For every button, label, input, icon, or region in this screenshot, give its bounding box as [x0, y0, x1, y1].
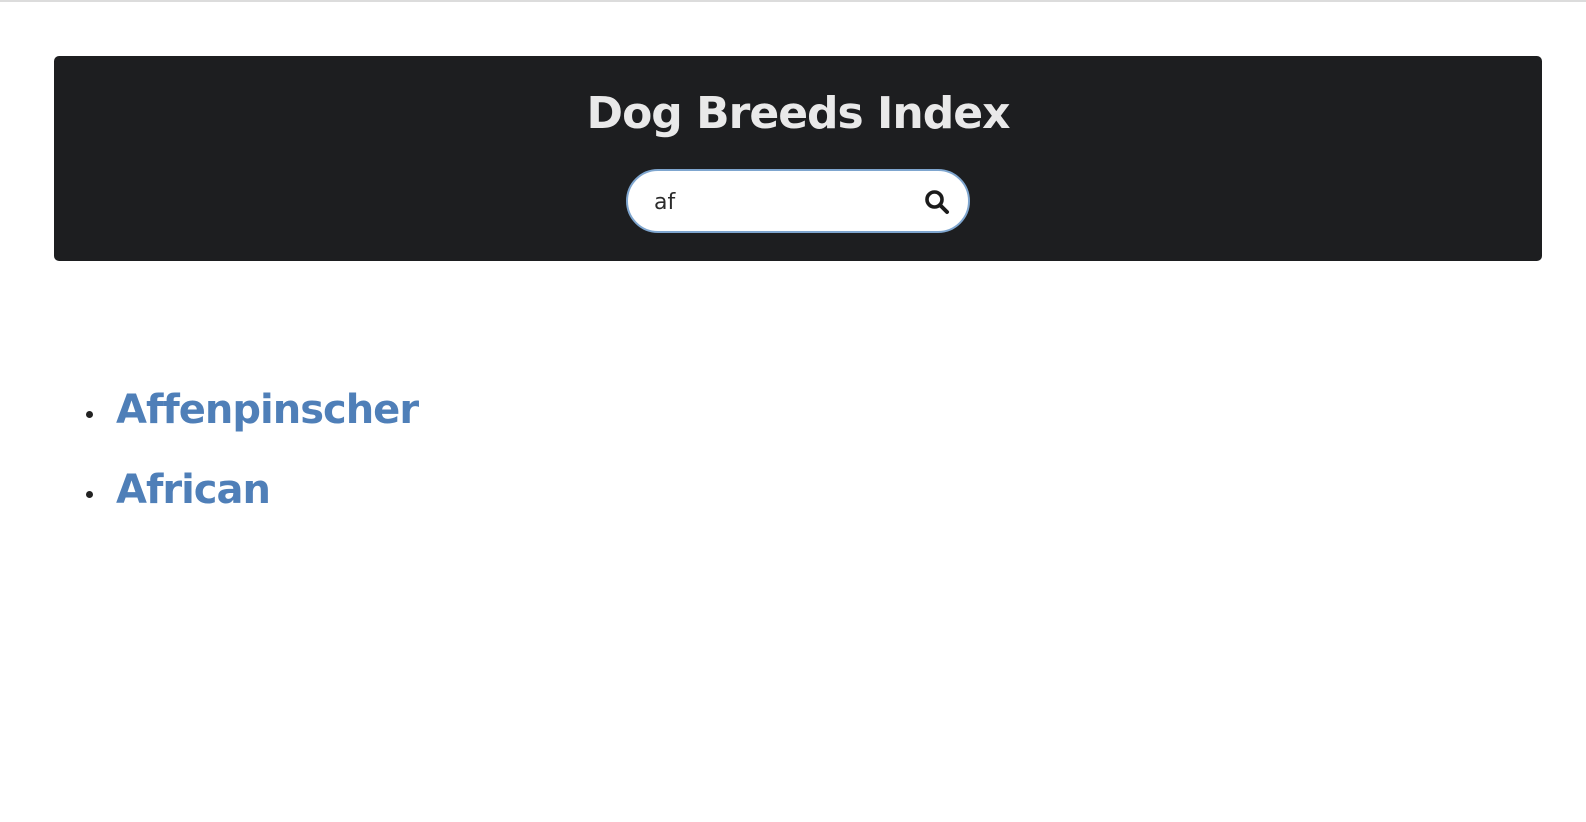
search-icon: [925, 190, 949, 214]
page-title: Dog Breeds Index: [586, 88, 1011, 139]
bullet: [86, 491, 93, 498]
breed-link-affenpinscher[interactable]: Affenpinscher: [116, 380, 419, 440]
search-bar: [626, 169, 970, 233]
search-button[interactable]: [920, 185, 954, 219]
page-header: Dog Breeds Index: [54, 56, 1542, 261]
breed-link-african[interactable]: African: [116, 460, 271, 520]
bullet: [86, 411, 93, 418]
search-input[interactable]: [654, 185, 904, 219]
top-border: [0, 0, 1586, 2]
